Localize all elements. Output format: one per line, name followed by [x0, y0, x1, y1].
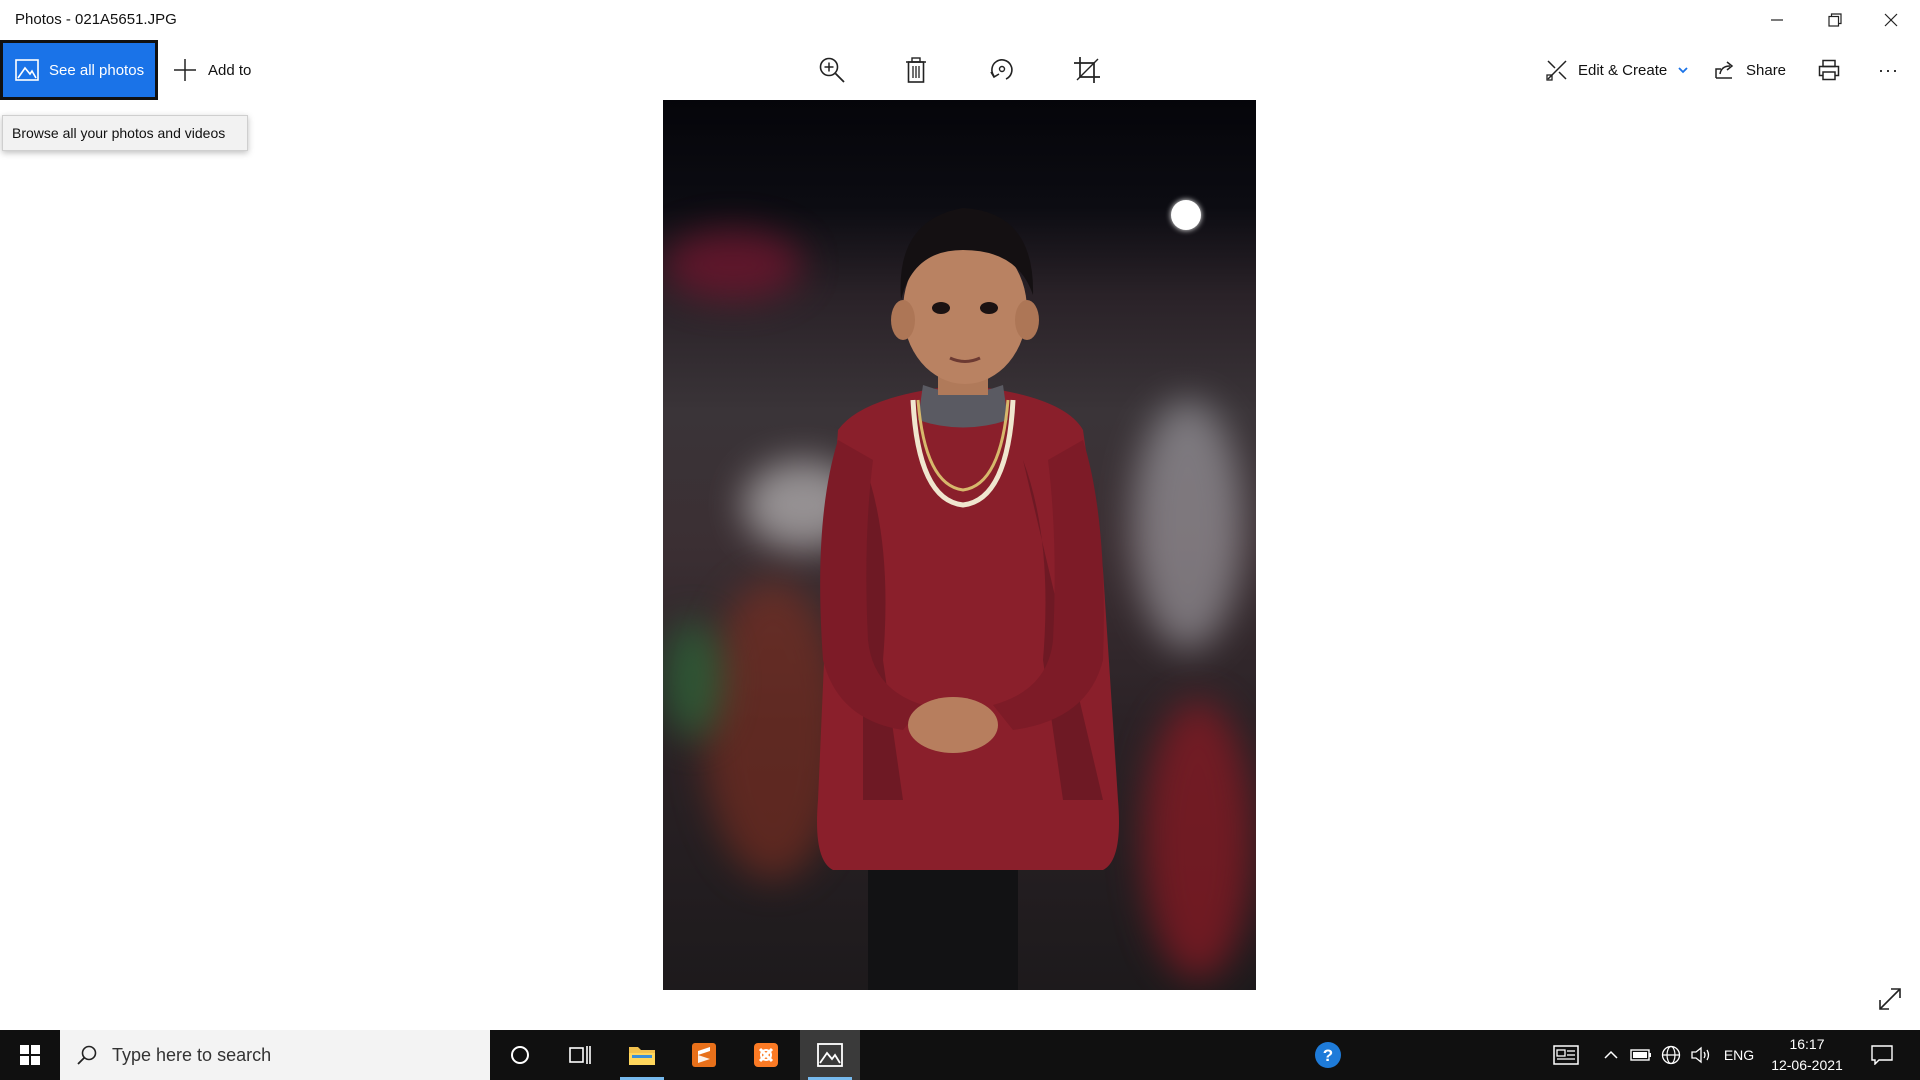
language-label: ENG	[1723, 1047, 1755, 1063]
news-tray-button[interactable]	[1548, 1030, 1584, 1080]
rotate-button[interactable]	[984, 52, 1020, 88]
taskbar-clock[interactable]: 16:17 12-06-2021	[1762, 1034, 1852, 1078]
more-options-icon: ···	[1878, 59, 1899, 80]
trash-icon	[906, 57, 926, 83]
search-placeholder: Type here to search	[112, 1044, 272, 1065]
show-hidden-icons-button[interactable]	[1600, 1030, 1622, 1080]
edit-create-icon	[1546, 60, 1567, 81]
help-icon: ?	[1315, 1042, 1341, 1068]
xampp-taskbar-button[interactable]	[736, 1030, 796, 1080]
more-options-button[interactable]: ···	[1878, 40, 1899, 100]
clock-date: 12-06-2021	[1771, 1057, 1843, 1073]
notifications-icon	[1871, 1045, 1893, 1065]
minimize-button[interactable]	[1748, 0, 1806, 40]
file-explorer-taskbar-button[interactable]	[612, 1030, 672, 1080]
see-all-photos-label: See all photos	[49, 61, 145, 79]
volume-tray-button[interactable]	[1688, 1030, 1714, 1080]
speaker-icon	[1691, 1046, 1710, 1064]
start-button[interactable]	[0, 1030, 60, 1080]
restore-icon	[1828, 13, 1842, 27]
fullscreen-expand-icon[interactable]	[1876, 985, 1904, 1013]
help-tray-button[interactable]: ?	[1310, 1030, 1346, 1080]
window-title: Photos - 021A5651.JPG	[15, 11, 177, 28]
photos-icon	[15, 59, 39, 81]
language-indicator[interactable]: ENG	[1720, 1030, 1758, 1080]
folder-icon	[629, 1047, 655, 1065]
subject-figure	[817, 208, 1119, 990]
photos-taskbar-button[interactable]	[800, 1030, 860, 1080]
zoom-in-icon	[819, 57, 845, 83]
news-icon	[1553, 1045, 1579, 1065]
add-to-button[interactable]: Add to	[172, 40, 251, 100]
close-icon	[1884, 13, 1898, 27]
share-label: Share	[1746, 61, 1787, 79]
xampp-icon	[754, 1043, 778, 1067]
sublime-text-taskbar-button[interactable]	[674, 1030, 734, 1080]
close-button[interactable]	[1862, 0, 1920, 40]
restore-button[interactable]	[1806, 0, 1864, 40]
battery-tray-button[interactable]	[1628, 1030, 1654, 1080]
taskbar-search-box[interactable]: Type here to search	[60, 1030, 490, 1080]
globe-icon	[1661, 1045, 1681, 1065]
print-button[interactable]	[1818, 40, 1840, 100]
share-button[interactable]: Share	[1714, 40, 1786, 100]
crop-button[interactable]	[1069, 52, 1105, 88]
crop-icon	[1074, 57, 1100, 83]
rotate-icon	[990, 59, 1013, 80]
cortana-icon	[511, 1046, 529, 1064]
title-bar: Photos - 021A5651.JPG	[0, 0, 1920, 40]
background-light	[1171, 200, 1201, 230]
task-view-button[interactable]	[550, 1030, 610, 1080]
edit-create-button[interactable]: Edit & Create	[1546, 40, 1689, 100]
taskbar: Type here to search ? ENG 16:17 12-06-20…	[0, 1030, 1920, 1080]
photo-viewer-image[interactable]	[663, 100, 1256, 990]
chevron-down-icon	[1678, 67, 1688, 74]
tooltip: Browse all your photos and videos	[2, 115, 248, 151]
network-tray-button[interactable]	[1658, 1030, 1684, 1080]
printer-icon	[1818, 59, 1840, 81]
task-view-icon	[569, 1046, 591, 1064]
action-center-button[interactable]	[1864, 1030, 1900, 1080]
battery-icon	[1630, 1049, 1651, 1061]
clock-time: 16:17	[1789, 1036, 1825, 1052]
toolbar: See all photos Add to Edit & Create Shar…	[0, 40, 1920, 100]
sublime-text-icon	[692, 1043, 716, 1067]
delete-button[interactable]	[898, 52, 934, 88]
add-to-label: Add to	[208, 61, 252, 79]
windows-logo-icon	[20, 1045, 40, 1065]
tooltip-text: Browse all your photos and videos	[12, 125, 226, 141]
see-all-photos-button[interactable]: See all photos	[0, 40, 158, 100]
plus-icon	[174, 59, 196, 81]
cortana-button[interactable]	[490, 1030, 550, 1080]
svg-text:?: ?	[1323, 1046, 1333, 1065]
photos-app-icon	[817, 1043, 843, 1067]
share-icon	[1715, 61, 1734, 79]
edit-create-label: Edit & Create	[1578, 61, 1668, 79]
minimize-icon	[1771, 19, 1783, 21]
search-icon	[77, 1045, 97, 1065]
chevron-up-icon	[1604, 1050, 1618, 1059]
zoom-button[interactable]	[814, 52, 850, 88]
